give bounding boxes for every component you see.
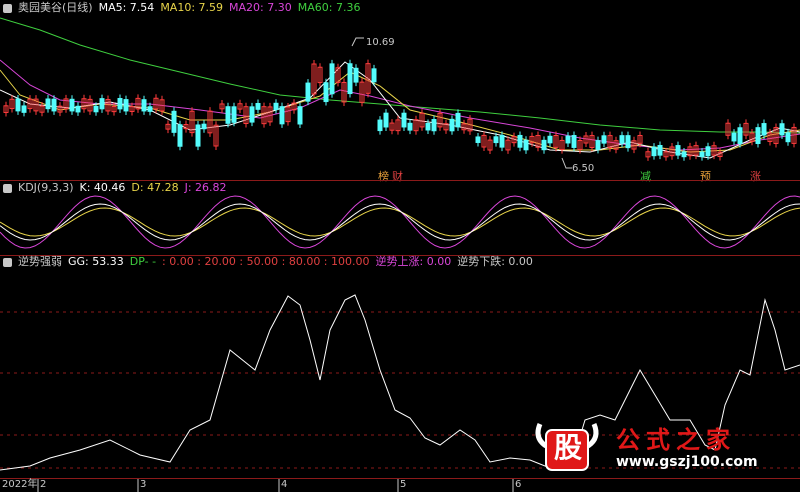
candle-body <box>651 146 657 157</box>
kdj-header: KDJ(9,3,3) K: 40.46 D: 47.28 J: 26.82 <box>0 180 800 196</box>
candle-body <box>249 106 255 123</box>
candle-body <box>619 135 625 144</box>
candle-body <box>75 105 81 113</box>
candle-body <box>425 122 431 131</box>
candle-body <box>21 105 27 113</box>
candle-body <box>779 123 785 136</box>
candle-body <box>523 139 529 151</box>
candle-body <box>323 82 329 103</box>
candle-body <box>231 106 237 123</box>
candle-body <box>401 112 407 128</box>
candle-body <box>371 68 377 83</box>
candle-body <box>383 112 389 128</box>
candle-body <box>431 119 437 132</box>
candle-body <box>69 98 75 112</box>
down-value: 逆势下跌: 0.00 <box>457 255 533 268</box>
level-values: : 0.00 : 20.00 : 50.00 : 80.00 : 100.00 <box>162 255 370 268</box>
high-price-label: 10.69 <box>366 37 395 48</box>
x-axis-year: 2022年 <box>2 479 38 490</box>
low-price-label: 6.50 <box>572 163 595 174</box>
candle-body <box>377 119 383 132</box>
candle-body <box>675 145 681 156</box>
kdj-k-value: K: 40.46 <box>79 181 126 194</box>
candle-body <box>541 139 547 151</box>
watermark-url: www.gszj100.com <box>616 454 758 470</box>
panel-toggle-icon[interactable] <box>3 183 12 193</box>
candle-body <box>681 151 687 158</box>
candle-body <box>625 135 631 149</box>
candle-body <box>755 127 761 145</box>
candle-body <box>493 136 499 144</box>
candle-body <box>737 127 743 145</box>
candle-body <box>565 135 571 144</box>
x-axis-month: 5 <box>400 479 407 490</box>
candle-body <box>279 106 285 125</box>
kdj-j-line <box>0 195 800 249</box>
candle-body <box>705 146 711 157</box>
candle-body <box>347 63 353 95</box>
candle-body <box>305 82 311 102</box>
candle-body <box>93 105 99 113</box>
candle-body <box>329 63 335 95</box>
candle-body <box>785 132 791 143</box>
candle-body <box>225 106 231 124</box>
candle-body <box>123 99 129 112</box>
ma60-line <box>0 17 800 134</box>
kdj-d-value: D: 47.28 <box>131 181 179 194</box>
candle-body <box>45 98 51 110</box>
candle-body <box>475 136 481 143</box>
candle-body <box>171 110 177 133</box>
watermark-big-char: 股 <box>553 431 582 464</box>
low-pointer <box>561 157 572 169</box>
gg-value: GG: 53.33 <box>68 255 124 268</box>
candle-body <box>255 103 261 110</box>
x-axis-month: 2 <box>40 479 47 490</box>
candle-body <box>141 99 147 112</box>
candle-body <box>517 134 523 148</box>
candle-body <box>761 123 767 136</box>
candle-body <box>147 106 153 112</box>
indicator-header: 逆势强弱 GG: 53.33 DP- - : 0.00 : 20.00 : 50… <box>0 254 800 270</box>
panel-toggle-icon[interactable] <box>3 257 12 267</box>
up-value: 逆势上涨: 0.00 <box>375 255 452 268</box>
watermark-title: 公式之家 <box>616 426 736 454</box>
candle-body <box>15 98 21 112</box>
indicator-title[interactable]: 逆势强弱 <box>18 254 62 270</box>
candle-body <box>353 67 359 83</box>
high-pointer <box>351 37 364 47</box>
candle-body <box>51 98 57 112</box>
candle-body <box>201 123 207 130</box>
candle-body <box>407 122 413 131</box>
candle-body <box>195 124 201 147</box>
kdj-j-value: J: 26.82 <box>184 181 227 194</box>
candle-body <box>499 134 505 148</box>
candle-body <box>177 124 183 147</box>
candle-body <box>657 145 663 156</box>
candle-body <box>547 135 553 144</box>
x-axis-month: 6 <box>515 479 522 490</box>
watermark-logo: 股 公式之家 www.gszj100.com <box>532 416 782 478</box>
candle-body <box>117 98 123 110</box>
candle-body <box>455 112 461 128</box>
candle-body <box>699 151 705 158</box>
candle-body <box>99 98 105 110</box>
candle-body <box>273 102 279 111</box>
candle-body <box>449 118 455 132</box>
candle-body <box>595 140 601 150</box>
x-axis-month: 4 <box>281 479 288 490</box>
kdj-title[interactable]: KDJ(9,3,3) <box>18 180 74 196</box>
candle-body <box>601 135 607 144</box>
candle-body <box>571 135 577 148</box>
dp-value: DP- - <box>129 255 157 268</box>
candle-body <box>297 106 303 125</box>
x-axis-month: 3 <box>140 479 147 490</box>
candle-body <box>731 132 737 142</box>
